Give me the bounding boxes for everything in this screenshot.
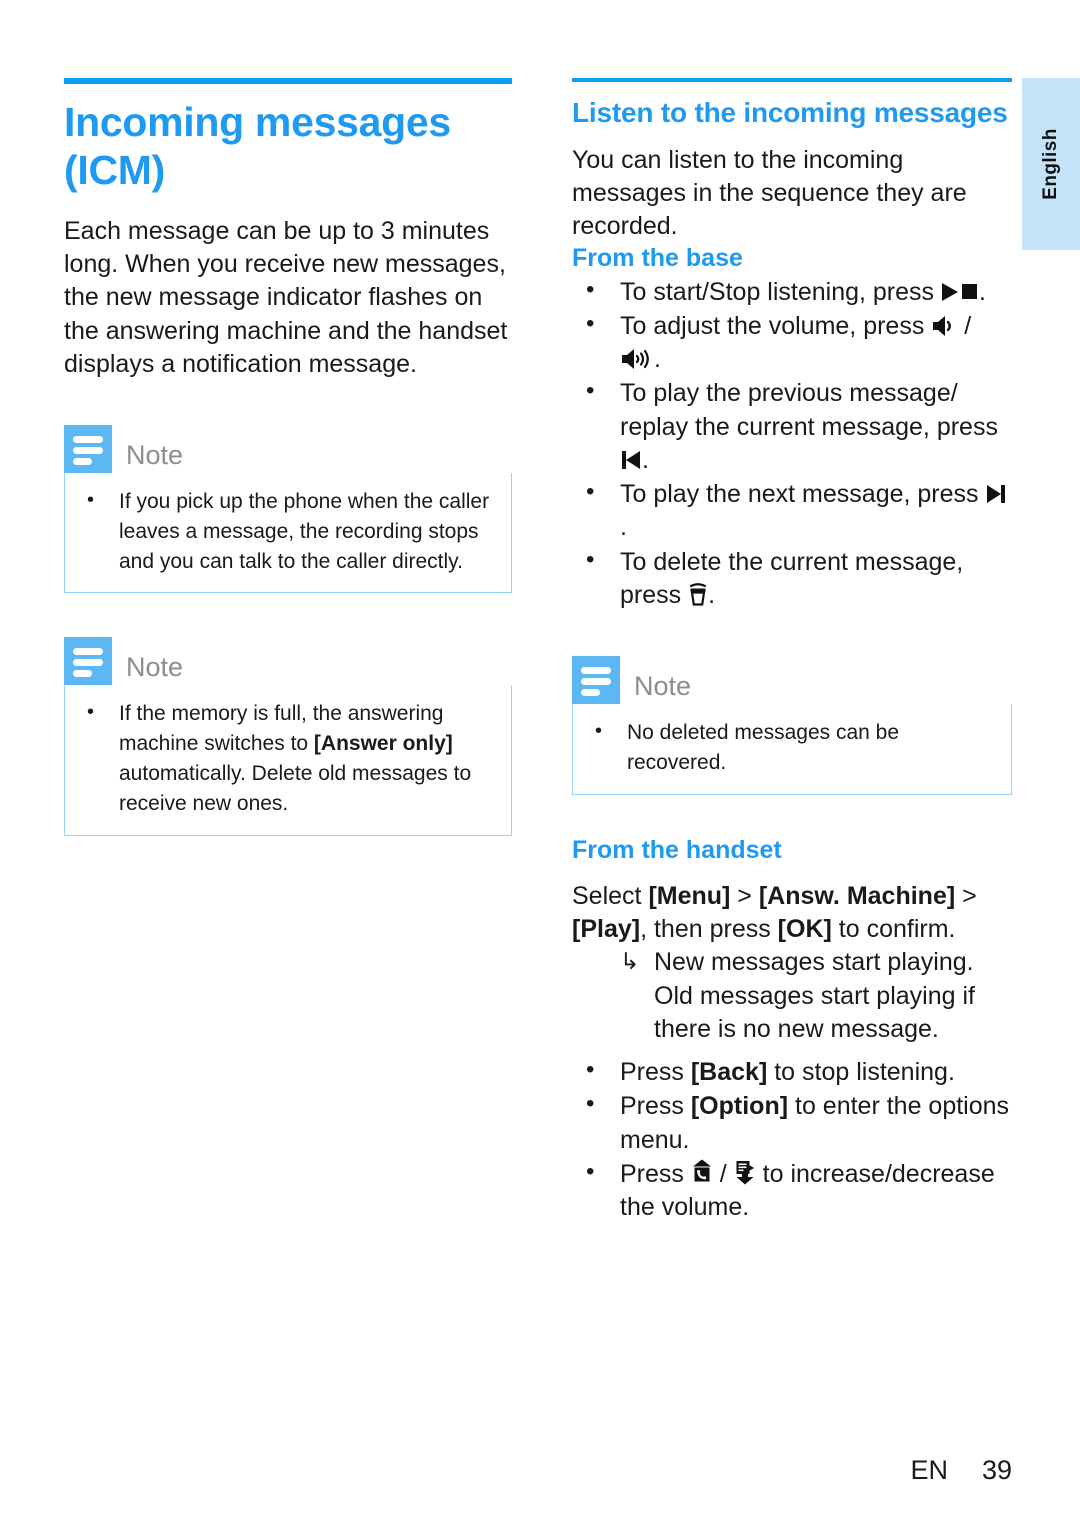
bullet-text-mid: / xyxy=(712,1159,734,1188)
handset-result-list: New messages start playing. Old messages… xyxy=(572,946,1012,1046)
note-list: No deleted messages can be recovered. xyxy=(587,717,995,778)
from-handset-bullet-list: Press [Back] to stop listening. Press [O… xyxy=(572,1054,1012,1225)
note-header: Note xyxy=(64,637,512,686)
note-header: Note xyxy=(64,425,512,473)
menu-key-answ-machine: [Answ. Machine] xyxy=(758,881,956,910)
note-title: Note xyxy=(126,440,184,470)
menu-key-play: [Play] xyxy=(572,915,641,944)
note-list-item: If the memory is full, the answering mac… xyxy=(79,698,495,818)
note-lines-icon xyxy=(572,656,620,705)
menu-key-ok: [OK] xyxy=(777,915,832,944)
language-side-tab: English xyxy=(1022,78,1080,250)
language-side-tab-label: English xyxy=(1040,128,1061,200)
note-body: No deleted messages can be recovered. xyxy=(572,704,1012,795)
note-box-no-recovery: Note No deleted messages can be recovere… xyxy=(572,656,1012,795)
chapter-rule xyxy=(64,78,512,84)
subsection-from-the-base: From the base xyxy=(572,244,743,273)
volume-down-icon xyxy=(931,315,957,337)
instruction-s1: Select xyxy=(572,881,649,910)
bullet-next-message: To play the next message, press . xyxy=(572,476,1012,545)
handset-volume-up-icon xyxy=(691,1159,713,1185)
bullet-text-pre: To play the previous message/ replay the… xyxy=(620,379,998,441)
note-box-memory-full: Note If the memory is full, the answerin… xyxy=(64,637,512,836)
bullet-previous-message: To play the previous message/ replay the… xyxy=(572,375,1012,477)
play-stop-icon xyxy=(941,281,979,303)
subsection-from-the-handset: From the handset xyxy=(572,835,782,864)
bullet-text-pre: To adjust the volume, press xyxy=(620,311,932,340)
menu-key-answer-only: [Answer only] xyxy=(313,732,453,756)
bullet-text-post: . xyxy=(654,345,661,374)
section-title: Listen to the incoming messages xyxy=(572,97,1008,128)
bullet-press-back: Press [Back] to stop listening. xyxy=(572,1054,1012,1089)
bullet-text-pre: Press xyxy=(620,1159,691,1188)
note-text-post: automatically. Delete old messages to re… xyxy=(119,762,472,815)
manual-page: English Incoming messages (ICM) Each mes… xyxy=(0,0,1080,1527)
note-lines-icon xyxy=(64,637,112,686)
instruction-s4: , then press xyxy=(640,915,778,944)
bullet-text-post: . xyxy=(642,445,649,474)
bullet-text-post: . xyxy=(708,580,716,609)
note-box-pickup: Note If you pick up the phone when the c… xyxy=(64,425,512,594)
instruction-s5: to confirm. xyxy=(831,915,956,944)
instruction-s3: > xyxy=(955,881,977,910)
bullet-text-post: . xyxy=(620,513,627,542)
handset-instruction: Select [Menu] > [Answ. Machine] > [Play]… xyxy=(572,880,1012,947)
result-item: New messages start playing. Old messages… xyxy=(572,946,1012,1046)
left-column: Incoming messages (ICM) Each message can… xyxy=(64,78,512,836)
note-title: Note xyxy=(126,652,184,683)
bullet-handset-volume: Press / to increase/decrease the volume. xyxy=(572,1156,1012,1225)
from-base-bullet-list: To start/Stop listening, press . To adju… xyxy=(572,274,1012,613)
instruction-s2: > xyxy=(730,881,759,910)
trash-icon xyxy=(688,582,708,606)
note-list: If the memory is full, the answering mac… xyxy=(79,698,495,818)
bullet-start-stop: To start/Stop listening, press . xyxy=(572,274,1012,309)
note-body: If the memory is full, the answering mac… xyxy=(64,685,512,836)
bullet-text-pre: Press xyxy=(620,1058,691,1087)
section-intro-paragraph: You can listen to the incoming messages … xyxy=(572,145,967,241)
note-body: If you pick up the phone when the caller… xyxy=(64,473,512,594)
menu-key-menu: [Menu] xyxy=(648,881,731,910)
bullet-text-pre: To start/Stop listening, press xyxy=(620,277,941,306)
volume-up-icon xyxy=(620,348,654,370)
footer-locale: EN xyxy=(910,1455,948,1485)
handset-volume-down-icon xyxy=(734,1159,756,1185)
footer-page-number: 39 xyxy=(981,1455,1012,1485)
note-list: If you pick up the phone when the caller… xyxy=(79,486,495,576)
bullet-text-pre: To play the next message, press xyxy=(620,480,986,509)
note-lines-icon xyxy=(64,425,112,473)
menu-key-back: [Back] xyxy=(690,1058,768,1087)
right-column: Listen to the incoming messages You can … xyxy=(572,78,1012,1224)
previous-track-icon xyxy=(620,449,642,471)
bullet-text-mid: / xyxy=(957,311,972,340)
bullet-text-pre: To delete the current message, press xyxy=(620,547,964,609)
bullet-delete-message: To delete the current message, press . xyxy=(572,544,1012,613)
bullet-text-post: . xyxy=(978,277,986,306)
next-track-icon xyxy=(985,483,1007,505)
page-footer: EN 39 xyxy=(0,1455,1080,1486)
note-header: Note xyxy=(572,656,1012,705)
menu-key-option: [Option] xyxy=(690,1092,789,1121)
note-list-item: If you pick up the phone when the caller… xyxy=(79,486,495,576)
bullet-text-post: to stop listening. xyxy=(767,1058,955,1087)
bullet-adjust-volume: To adjust the volume, press / . xyxy=(572,308,1012,377)
note-list-item: No deleted messages can be recovered. xyxy=(587,717,995,778)
chapter-intro-paragraph: Each message can be up to 3 minutes long… xyxy=(64,216,508,378)
chapter-title: Incoming messages (ICM) xyxy=(64,99,451,194)
note-title: Note xyxy=(634,671,692,702)
section-rule xyxy=(572,78,1012,82)
bullet-text-pre: Press xyxy=(620,1092,691,1121)
bullet-press-option: Press [Option] to enter the options menu… xyxy=(572,1088,1012,1157)
